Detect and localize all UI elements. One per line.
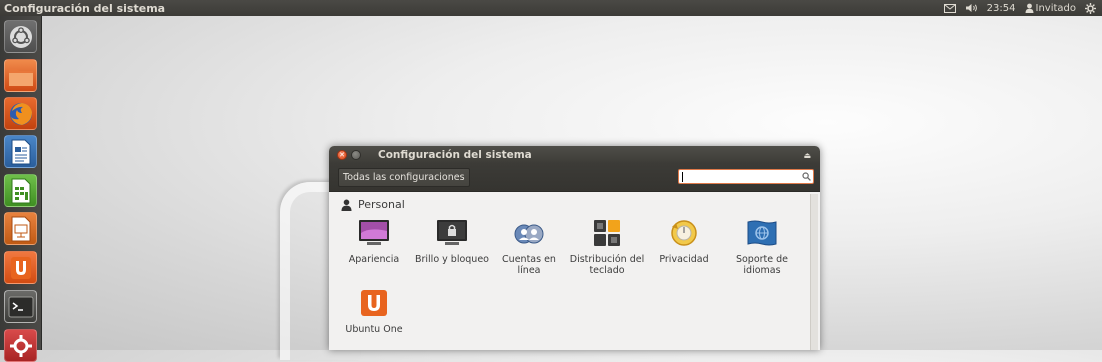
appearance-icon (358, 218, 390, 248)
minimize-button[interactable] (351, 150, 361, 160)
libreoffice-writer-icon (11, 139, 30, 164)
item-label: Ubuntu One (345, 324, 403, 335)
settings-item-keyboard-layout[interactable]: Distribución del teclado (568, 218, 646, 276)
close-button[interactable]: ✕ (337, 150, 347, 160)
clock[interactable]: 23:54 (987, 3, 1016, 14)
active-app-title: Configuración del sistema (4, 1, 166, 15)
settings-item-language-support[interactable]: Soporte de idiomas (723, 218, 801, 276)
privacy-icon (668, 218, 700, 248)
libreoffice-calc-icon (11, 178, 30, 203)
window-titlebar[interactable]: ✕ Configuración del sistema ⏏ (329, 146, 820, 164)
power-gear-icon[interactable] (1085, 2, 1096, 14)
search-field[interactable] (678, 169, 814, 184)
online-accounts-icon (513, 218, 545, 248)
settings-item-ubuntu-one[interactable]: Ubuntu One (335, 288, 413, 335)
window-title: Configuración del sistema (378, 149, 532, 161)
ubuntu-logo-icon (9, 25, 32, 48)
item-label: Distribución del teclado (569, 254, 645, 276)
launcher-item-dash-home[interactable] (4, 20, 37, 53)
settings-item-appearance[interactable]: Apariencia (335, 218, 413, 265)
launcher-item-files[interactable] (4, 59, 37, 92)
settings-window: ✕ Configuración del sistema ⏏ Todas las … (329, 146, 820, 350)
volume-icon[interactable] (965, 3, 978, 13)
search-input[interactable] (683, 170, 799, 183)
user-menu[interactable]: Invitado (1025, 2, 1077, 14)
close-icon: ✕ (339, 150, 345, 159)
launcher-item-system-settings[interactable] (4, 329, 37, 362)
settings-content: Personal Apariencia Brillo y bloqueo Cue… (329, 192, 820, 350)
launcher (0, 16, 42, 362)
firefox-icon (9, 102, 32, 125)
launcher-item-writer[interactable] (4, 135, 37, 168)
settings-item-online-accounts[interactable]: Cuentas en línea (490, 218, 568, 276)
person-icon (341, 199, 352, 211)
launcher-item-ubuntu-one[interactable] (4, 251, 37, 284)
launcher-item-firefox[interactable] (4, 97, 37, 130)
section-title: Personal (358, 198, 405, 211)
settings-icon (9, 334, 32, 357)
brightness-lock-icon (436, 218, 468, 248)
keyboard-layout-icon (591, 218, 623, 248)
ubuntu-one-icon (358, 288, 390, 318)
window-menu-icon[interactable]: ⏏ (803, 151, 811, 160)
indicator-area: 23:54 Invitado (943, 2, 1102, 14)
libreoffice-impress-icon (11, 216, 30, 241)
vertical-scrollbar[interactable] (810, 194, 818, 350)
all-settings-button[interactable]: Todas las configuraciones (338, 168, 470, 187)
user-name: Invitado (1035, 2, 1077, 14)
window-toolbar: Todas las configuraciones (329, 164, 820, 192)
user-icon (1025, 3, 1034, 13)
folder-icon (8, 68, 33, 86)
language-support-icon (746, 218, 778, 248)
terminal-icon (8, 296, 33, 317)
launcher-item-calc[interactable] (4, 174, 37, 207)
launcher-item-terminal[interactable] (4, 290, 37, 323)
section-header-personal: Personal (341, 198, 405, 211)
settings-item-brightness-lock[interactable]: Brillo y bloqueo (413, 218, 491, 265)
settings-item-privacy[interactable]: Privacidad (645, 218, 723, 265)
item-label: Soporte de idiomas (735, 254, 789, 276)
ubuntu-one-icon (10, 256, 31, 279)
search-icon[interactable] (799, 172, 813, 181)
item-label: Cuentas en línea (502, 254, 556, 276)
item-label: Apariencia (348, 254, 400, 265)
item-label: Brillo y bloqueo (414, 254, 489, 265)
mail-icon[interactable] (943, 3, 956, 13)
launcher-item-impress[interactable] (4, 212, 37, 245)
item-label: Privacidad (659, 254, 709, 265)
top-panel: Configuración del sistema 23:54 Invitado (0, 0, 1102, 16)
